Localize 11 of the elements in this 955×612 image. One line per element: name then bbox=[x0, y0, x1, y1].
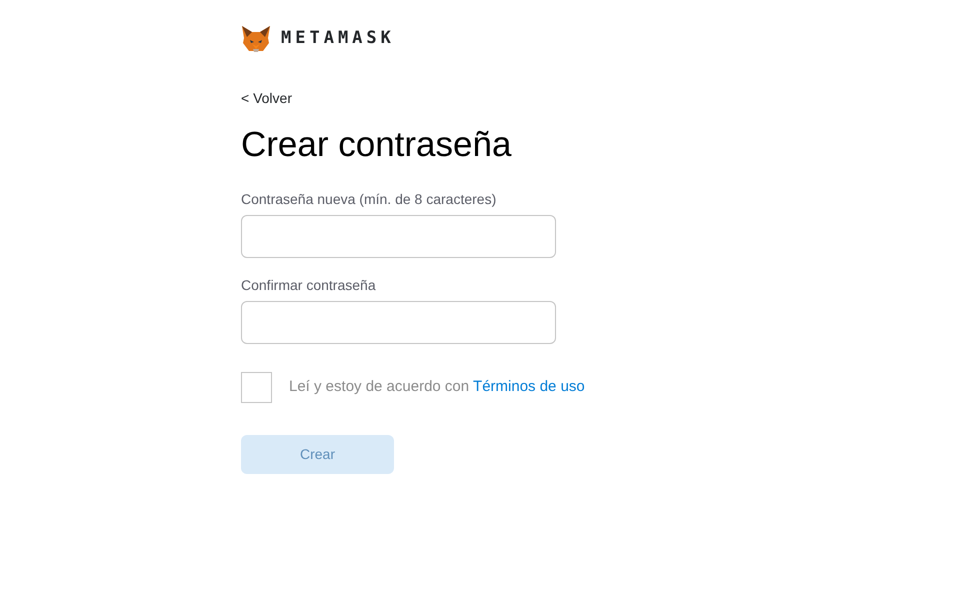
back-link[interactable]: < Volver bbox=[241, 88, 292, 109]
password-field[interactable] bbox=[241, 301, 556, 344]
wordmark: METAMASK bbox=[281, 27, 395, 50]
field-label: Confirmar contraseña bbox=[241, 276, 376, 295]
page-title: Crear contraseña bbox=[241, 124, 512, 166]
terms-link[interactable]: Términos de uso bbox=[473, 378, 585, 396]
field-label: Contraseña nueva (mín. de 8 caracteres) bbox=[241, 190, 496, 209]
password-field[interactable] bbox=[241, 215, 556, 258]
agreement-checkbox[interactable] bbox=[241, 372, 272, 403]
fox-logo-icon bbox=[241, 25, 271, 53]
agreement-text: Leí y estoy de acuerdo con Términos de uso bbox=[289, 377, 585, 398]
